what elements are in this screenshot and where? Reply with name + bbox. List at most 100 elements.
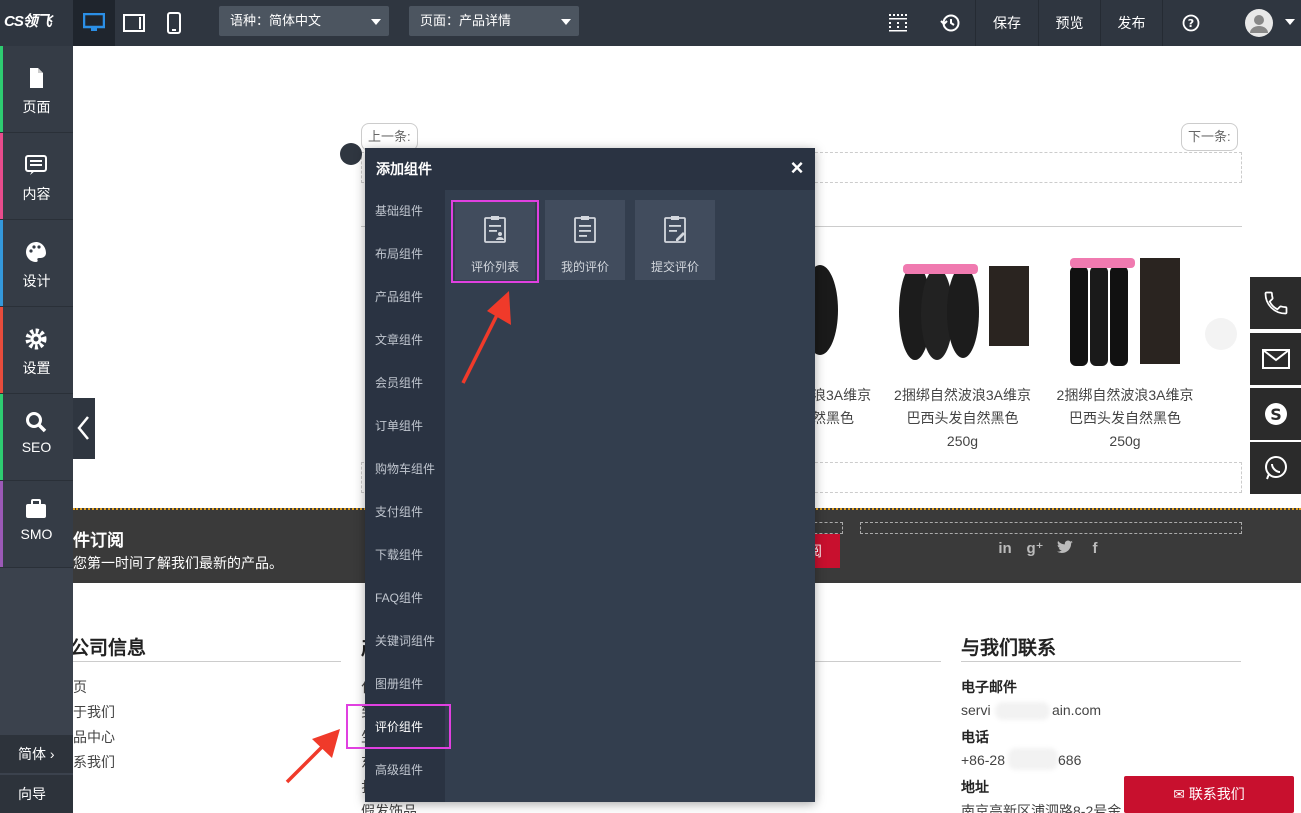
sidebar-item-design[interactable]: 设计 — [0, 220, 73, 307]
category-item[interactable]: 购物车组件 — [365, 448, 445, 491]
sidebar-item-page[interactable]: 页面 — [0, 46, 73, 133]
footer-link[interactable]: 假发饰品 — [361, 801, 417, 813]
subscribe-title: 件订阅 — [73, 531, 124, 550]
twitter-icon[interactable] — [1056, 540, 1074, 558]
svg-text:?: ? — [1188, 17, 1194, 30]
whatsapp-icon[interactable] — [1250, 442, 1301, 494]
language-switch[interactable]: 简体 › — [0, 735, 73, 773]
divider — [815, 661, 941, 662]
arrow-annotation — [285, 729, 340, 784]
email-value[interactable]: ain.com — [1052, 702, 1101, 718]
history-icon[interactable] — [932, 0, 968, 46]
chevron-down-icon — [561, 19, 571, 25]
category-item[interactable]: 布局组件 — [365, 233, 445, 276]
category-item[interactable]: 关键词组件 — [365, 620, 445, 663]
svg-text:S: S — [1270, 405, 1282, 424]
grid-icon[interactable] — [880, 0, 916, 46]
accent-bar — [0, 220, 3, 306]
page-editor: 上一条: 下一条: 浪3A维京 然黑色 2捆绑自然波浪3A维京 巴西头发自然黑色… — [0, 0, 1301, 813]
category-item[interactable]: 产品组件 — [365, 276, 445, 319]
contact-us-button[interactable]: ✉ 联系我们 — [1124, 776, 1294, 813]
product-image[interactable] — [893, 252, 1033, 367]
category-item[interactable]: 基础组件 — [365, 190, 445, 233]
accent-bar — [0, 307, 3, 393]
help-icon[interactable]: ? — [1173, 0, 1209, 46]
category-item[interactable]: 会员组件 — [365, 362, 445, 405]
footer-link[interactable]: 品中心 — [73, 727, 115, 747]
email-value[interactable]: servi — [961, 702, 991, 718]
page-select[interactable]: 页面：产品详情 — [409, 6, 579, 36]
drag-handle[interactable] — [340, 143, 362, 165]
footer-link[interactable]: 于我们 — [73, 702, 115, 722]
my-review-tile[interactable]: 我的评价 — [545, 200, 625, 280]
phone-icon — [167, 12, 181, 34]
facebook-icon[interactable]: f — [1086, 540, 1104, 558]
carousel-next-button[interactable] — [1205, 318, 1237, 350]
category-item[interactable]: 下载组件 — [365, 534, 445, 577]
highlight-box — [451, 200, 539, 283]
publish-button[interactable]: 发布 — [1101, 0, 1162, 46]
category-item[interactable]: 订单组件 — [365, 405, 445, 448]
preview-button[interactable]: 预览 — [1039, 0, 1100, 46]
skype-icon[interactable]: S — [1250, 388, 1301, 440]
monitor-icon — [83, 13, 105, 31]
address-value: 南京高新区浦泗路8-2号金 — [961, 803, 1122, 813]
sidebar-item-settings[interactable]: 设置 — [0, 307, 73, 394]
file-icon — [30, 68, 43, 88]
product-title[interactable]: 2捆绑自然波浪3A维京 巴西头发自然黑色 250g — [880, 384, 1045, 453]
product-image[interactable] — [802, 255, 870, 365]
save-button[interactable]: 保存 — [976, 0, 1038, 46]
top-toolbar: CS领飞 语种：简体中文 页面：产品详情 保存 预览 发布 ? — [0, 0, 1301, 46]
email-label: 电子邮件 — [961, 679, 1017, 695]
linkedin-icon[interactable]: in — [996, 540, 1014, 558]
chevron-down-icon[interactable] — [1285, 19, 1295, 25]
highlight-box — [346, 704, 451, 749]
tablet-view-button[interactable] — [113, 0, 155, 46]
category-item[interactable]: FAQ组件 — [365, 577, 445, 620]
guide-button[interactable]: 向导 — [0, 775, 73, 813]
divider — [70, 661, 341, 662]
sidebar-item-seo[interactable]: SEO — [0, 394, 73, 481]
accent-bar — [0, 46, 3, 132]
product-image[interactable] — [1060, 248, 1190, 368]
sidebar-collapse-button[interactable] — [73, 398, 95, 459]
next-link[interactable]: 下一条: — [1181, 123, 1238, 151]
sidebar-item-content[interactable]: 内容 — [0, 133, 73, 220]
phone-icon[interactable] — [1250, 277, 1301, 329]
category-item[interactable]: 图册组件 — [365, 663, 445, 706]
product-title[interactable]: 浪3A维京 然黑色 — [812, 384, 872, 430]
footer-link[interactable]: 页 — [73, 677, 87, 697]
accent-bar — [0, 133, 3, 219]
dialog-header: 添加组件 × — [365, 148, 815, 190]
tablet-icon — [123, 14, 145, 32]
prev-link[interactable]: 上一条: — [361, 123, 418, 151]
category-item[interactable]: 文章组件 — [365, 319, 445, 362]
redacted-blur — [1008, 748, 1058, 770]
category-item[interactable]: 支付组件 — [365, 491, 445, 534]
product-title[interactable]: 2捆绑自然波浪3A维京 巴西头发自然黑色 250g — [1045, 384, 1205, 453]
desktop-view-button[interactable] — [73, 0, 115, 46]
envelope-icon: ✉ — [1173, 786, 1189, 802]
phone-value: +86-28 — [961, 752, 1005, 768]
arrow-annotation — [461, 291, 511, 384]
email-icon[interactable] — [1250, 333, 1301, 385]
accent-bar — [0, 394, 3, 480]
accent-bar — [0, 481, 3, 567]
footer-link[interactable]: 系我们 — [73, 752, 115, 772]
phone-label: 电话 — [961, 729, 989, 745]
google-plus-icon[interactable]: g⁺ — [1026, 540, 1044, 558]
clipboard-icon — [574, 216, 596, 243]
category-item[interactable]: 高级组件 — [365, 749, 445, 792]
language-select[interactable]: 语种：简体中文 — [219, 6, 389, 36]
sidebar-item-smo[interactable]: SMO — [0, 481, 73, 568]
search-icon — [26, 412, 47, 433]
avatar[interactable] — [1240, 0, 1278, 46]
address-label: 地址 — [961, 779, 989, 795]
close-icon[interactable]: × — [787, 157, 807, 179]
dialog-title: 添加组件 — [376, 161, 432, 177]
separator — [1162, 0, 1163, 46]
submit-review-tile[interactable]: 提交评价 — [635, 200, 715, 280]
company-info-heading: 公司信息 — [70, 638, 147, 659]
mobile-view-button[interactable] — [153, 0, 195, 46]
subscribe-text: 您第一时间了解我们最新的产品。 — [73, 555, 283, 571]
